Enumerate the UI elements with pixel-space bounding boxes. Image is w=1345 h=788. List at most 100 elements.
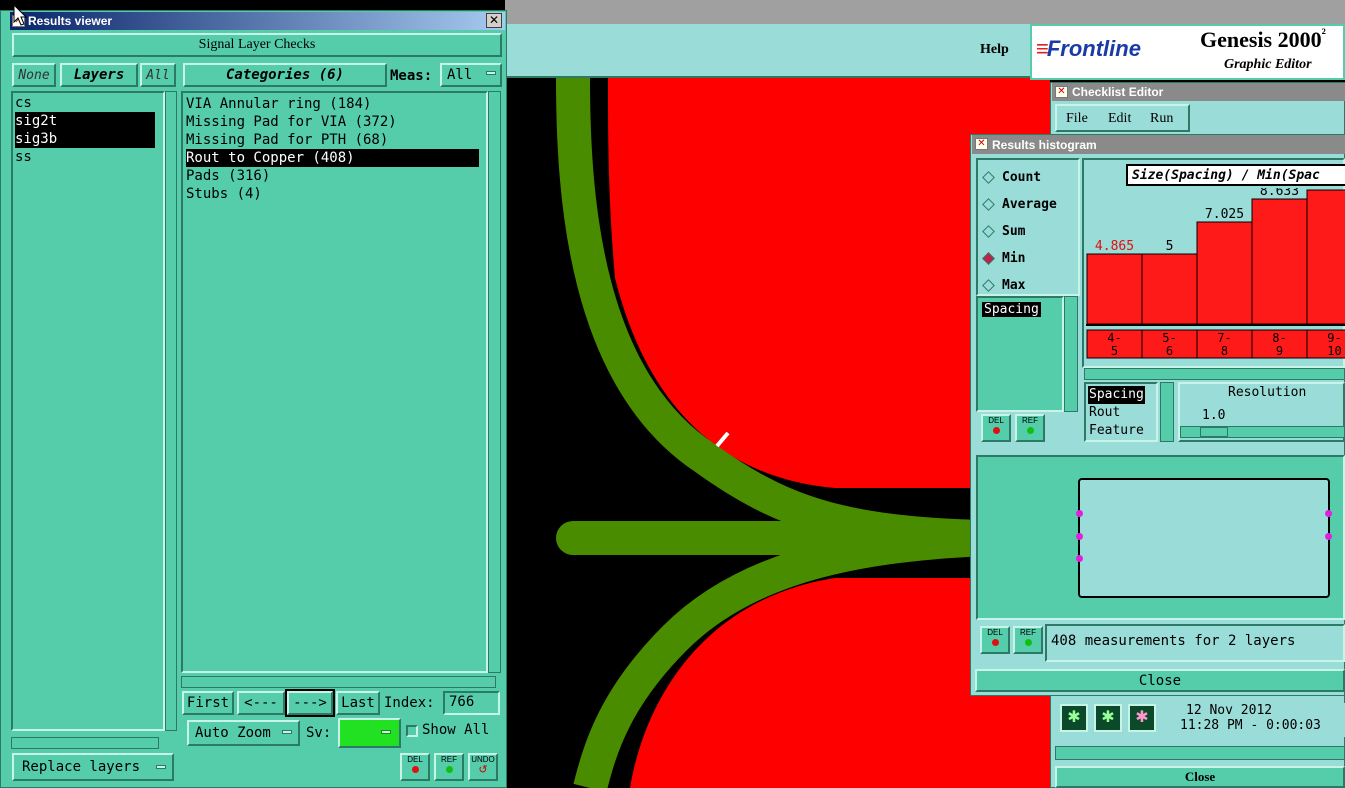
undo-arrow-icon: ↺ (478, 764, 488, 776)
mode-radio-average[interactable]: Average (982, 191, 1078, 218)
layer-item[interactable]: ss (15, 148, 155, 166)
radio-diamond-icon (982, 171, 995, 184)
graphic-canvas[interactable] (505, 78, 1050, 788)
histogram-status: 408 measurements for 2 layers (1045, 624, 1345, 662)
categories-vscrollbar[interactable] (488, 91, 501, 673)
category-item[interactable]: Missing Pad for VIA (372) (186, 113, 479, 131)
mode-radio-max[interactable]: Max (982, 272, 1078, 299)
preview-ref-button[interactable]: REF (1013, 626, 1043, 654)
radio-diamond-icon (982, 252, 995, 265)
mode-radio-min[interactable]: Min (982, 245, 1078, 272)
sv-color-select[interactable] (338, 718, 401, 748)
show-all-checkbox[interactable] (406, 725, 418, 737)
preview-del-button[interactable]: DEL (980, 626, 1010, 654)
layers-vscrollbar[interactable] (165, 91, 177, 731)
histogram-close-button[interactable]: Close (975, 669, 1345, 692)
sv-label: Sv: (306, 725, 332, 741)
mode-radio-count[interactable]: Count (982, 164, 1078, 191)
show-all-label: Show All (422, 722, 490, 738)
checklist-hscrollbar[interactable] (1055, 746, 1345, 760)
category-item[interactable]: Missing Pad for PTH (68) (186, 131, 479, 149)
preview-marker (1325, 533, 1332, 540)
green-dot-icon (1024, 639, 1032, 646)
viewer-ref-button[interactable]: REF (434, 753, 464, 781)
mode-radio-sum[interactable]: Sum (982, 218, 1078, 245)
run-icon[interactable]: ✱ (1060, 704, 1088, 732)
category-item[interactable]: VIA Annular ring (184) (186, 95, 479, 113)
histogram-bar[interactable] (1196, 221, 1253, 325)
index-input[interactable]: 766 (443, 691, 500, 715)
signal-layer-checks-header[interactable]: Signal Layer Checks (12, 33, 502, 57)
viewer-undo-button[interactable]: UNDO ↺ (468, 753, 498, 781)
attribute-item[interactable]: Spacing (982, 302, 1041, 317)
viewer-del-button[interactable]: DEL (400, 753, 430, 781)
mode-label: Max (1002, 278, 1026, 293)
measure-vscrollbar[interactable] (1160, 382, 1174, 442)
histogram-bin-label: 8 (1221, 344, 1228, 358)
hist-del-button[interactable]: DEL (981, 414, 1011, 442)
frontline-logo: ≡Frontline (1036, 36, 1141, 61)
red-dot-icon (411, 766, 419, 773)
resolution-value: 1.0 (1202, 408, 1226, 423)
categories-hscrollbar[interactable] (181, 676, 496, 688)
first-button[interactable]: First (182, 691, 234, 715)
hist-ref-button[interactable]: REF (1015, 414, 1045, 442)
categories-button[interactable]: Categories (6) (183, 63, 387, 87)
menu-file[interactable]: File (1066, 111, 1088, 127)
product-subtitle: Graphic Editor (1224, 57, 1312, 72)
next-button[interactable]: ---> (285, 689, 335, 717)
menu-edit[interactable]: Edit (1108, 111, 1131, 127)
histogram-bar-value: 9.17 (1319, 188, 1345, 190)
histogram-bar[interactable] (1141, 253, 1198, 325)
prev-button[interactable]: <--- (237, 691, 285, 715)
histogram-bin-label: 9 (1276, 344, 1283, 358)
stop-icon[interactable]: ✱ (1128, 704, 1156, 732)
auto-zoom-select[interactable]: Auto Zoom (187, 720, 300, 746)
meas-label: Meas: (390, 68, 433, 84)
results-viewer-titlebar: Results viewer (10, 12, 505, 30)
histogram-bar-value: 8.633 (1260, 188, 1299, 199)
histogram-chart: 4.8654-555-67.0257-88.6338-99.179-10 (1086, 188, 1345, 359)
green-dot-icon (445, 766, 453, 773)
attribute-vscrollbar[interactable] (1064, 296, 1078, 412)
measure-item[interactable]: Feature (1088, 422, 1145, 440)
checklist-editor-titlebar: Checklist Editor (1052, 83, 1345, 101)
histogram-bar[interactable] (1086, 253, 1143, 325)
category-item[interactable]: Stubs (4) (186, 185, 479, 203)
layer-item[interactable]: sig2t (15, 112, 155, 130)
radio-diamond-icon (982, 279, 995, 292)
help-menu[interactable]: Help (980, 42, 1009, 58)
meas-select[interactable]: All (440, 63, 502, 87)
measure-items: Spacing Rout Feature (1088, 386, 1145, 440)
checklist-time: 11:28 PM - 0:00:03 (1180, 718, 1321, 733)
product-name: Genesis 2000² (1200, 27, 1326, 52)
category-item[interactable]: Pads (316) (186, 167, 479, 185)
none-button[interactable]: None (12, 63, 56, 87)
measure-item[interactable]: Rout (1088, 404, 1145, 422)
histogram-hscrollbar[interactable] (1084, 368, 1345, 380)
run-multi-icon[interactable]: ✱ (1094, 704, 1122, 732)
preview-marker (1076, 555, 1083, 562)
layers-list[interactable] (11, 91, 165, 731)
all-button[interactable]: All (140, 63, 176, 87)
categories-items: VIA Annular ring (184) Missing Pad for VI… (186, 95, 479, 203)
category-item[interactable]: Rout to Copper (408) (186, 149, 479, 167)
last-button[interactable]: Last (336, 691, 380, 715)
menu-run[interactable]: Run (1150, 111, 1173, 127)
mode-radio-group: Count Average Sum Min Max (982, 164, 1078, 299)
histogram-bar[interactable] (1306, 189, 1345, 325)
layer-item[interactable]: sig3b (15, 130, 155, 148)
histogram-bar[interactable] (1251, 198, 1308, 325)
logo-lines-icon: ≡ (1036, 36, 1049, 61)
meas-value: All (447, 67, 473, 83)
replace-layers-select[interactable]: Replace layers (12, 753, 174, 781)
measure-item[interactable]: Spacing (1088, 386, 1145, 404)
layer-item[interactable]: cs (15, 94, 155, 112)
close-icon[interactable]: ✕ (486, 13, 502, 28)
histogram-bar-value: 5 (1166, 239, 1174, 254)
checklist-close-button[interactable]: Close (1055, 766, 1345, 788)
layers-hscrollbar[interactable] (11, 737, 159, 749)
layers-button[interactable]: Layers (60, 63, 138, 87)
resolution-slider-thumb[interactable] (1200, 427, 1228, 437)
histogram-bar-value: 7.025 (1205, 207, 1244, 222)
